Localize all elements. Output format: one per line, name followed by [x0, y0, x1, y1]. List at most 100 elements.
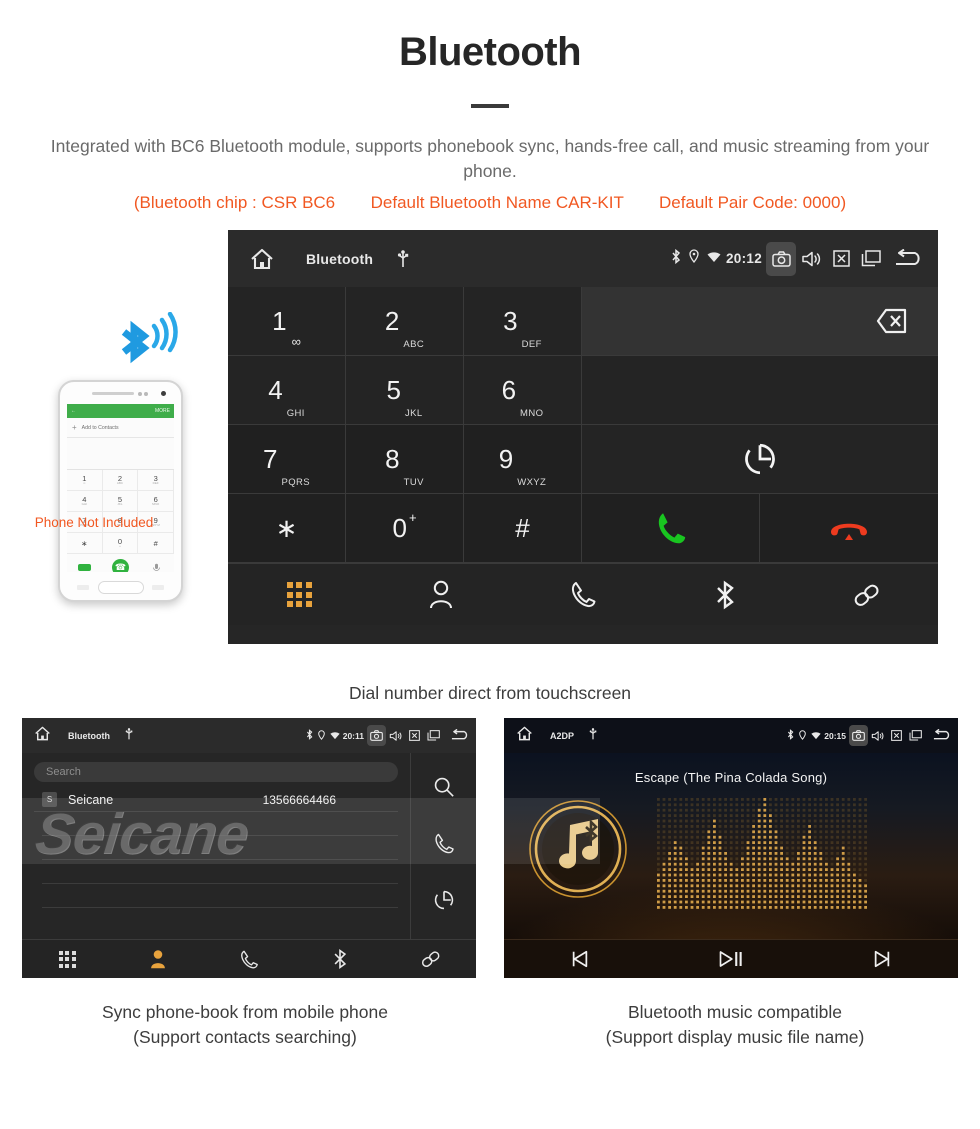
dialer-keypad[interactable]: 1 ∞ 2 ABC 3 DEF 4 GHI 5 JKL 6 MNO 7 PQRS 8 TUV 9 WXYZ ∗ 0 + # [228, 287, 938, 564]
location-pin-icon [317, 727, 325, 745]
back-arrow-icon[interactable] [892, 242, 922, 276]
nav-call-log[interactable] [204, 949, 295, 970]
search-icon[interactable] [433, 776, 455, 803]
dial-key-number: 0 [392, 513, 407, 544]
backspace-icon [876, 309, 907, 334]
dial-key-4[interactable]: 4 GHI [228, 356, 346, 426]
phone-call-button[interactable]: ☎ [103, 559, 139, 573]
dial-key-6[interactable]: 6 MNO [464, 356, 582, 426]
dial-key-2[interactable]: 2 ABC [346, 287, 464, 357]
nav-pair-link[interactable] [385, 948, 476, 970]
phone-softkey-left [77, 585, 89, 591]
phone-key-0[interactable]: 0 + [102, 533, 139, 555]
phone-key-letters: ∞ [83, 481, 86, 486]
volume-icon[interactable] [868, 725, 887, 746]
recent-apps-icon[interactable] [856, 242, 886, 276]
bluetooth-icon [334, 949, 346, 970]
dialer-statusbar: Bluetooth 20:12 [228, 230, 938, 288]
sync-icon[interactable] [433, 889, 455, 916]
back-arrow-icon[interactable] [931, 725, 950, 746]
music-body: Escape (The Pina Colada Song) [504, 753, 958, 940]
phone-key-6[interactable]: 6 MNO [138, 491, 174, 513]
dial-key-5[interactable]: 5 JKL [346, 356, 464, 426]
phone-key-star[interactable]: ∗ [67, 533, 103, 555]
usb-icon [589, 727, 597, 745]
camera-icon[interactable] [367, 725, 386, 747]
nav-pair-link[interactable] [796, 580, 938, 610]
dial-key-hash[interactable]: # [464, 494, 582, 564]
phone-key-letters: GHI [81, 502, 87, 507]
intro-paragraph: Integrated with BC6 Bluetooth module, su… [50, 136, 930, 181]
home-icon[interactable] [516, 726, 533, 746]
nav-bluetooth[interactable] [654, 580, 796, 610]
volume-icon[interactable] [796, 242, 826, 276]
add-to-contacts-label: Add to Contacts [81, 424, 119, 431]
home-icon[interactable] [34, 726, 51, 746]
contact-row[interactable]: S Seicane 13566664466 [34, 788, 398, 813]
nav-bluetooth[interactable] [294, 948, 385, 970]
phone-key-2[interactable]: 2 ABC [102, 470, 139, 492]
nav-contacts[interactable] [113, 949, 204, 969]
recent-apps-icon[interactable] [906, 725, 925, 746]
call-log-icon[interactable] [433, 832, 455, 860]
bluetooth-logo-icon [121, 312, 178, 364]
phonebook-navbar[interactable] [22, 939, 476, 979]
dial-key-8[interactable]: 8 TUV [346, 425, 464, 495]
play-pause-icon[interactable] [655, 948, 806, 970]
dial-key-letters: ABC [403, 339, 425, 351]
home-icon[interactable] [250, 248, 278, 270]
search-input[interactable]: Search [34, 762, 398, 783]
recent-apps-icon[interactable] [424, 725, 443, 746]
next-track-icon[interactable] [807, 949, 958, 969]
close-box-icon[interactable] [405, 725, 424, 746]
dial-key-number: 7 [263, 444, 278, 475]
back-arrow-icon[interactable] [449, 725, 468, 746]
end-call-button[interactable] [760, 494, 938, 564]
wifi-icon [330, 727, 340, 745]
phone-key-5[interactable]: 5 JKL [102, 491, 139, 513]
nav-call-log[interactable] [512, 580, 654, 609]
nav-keypad[interactable] [22, 950, 113, 968]
dial-key-number: 3 [503, 306, 518, 337]
dial-display-area [582, 356, 938, 426]
contact-initial-badge: S [42, 792, 57, 808]
nav-keypad[interactable] [228, 582, 370, 608]
search-placeholder: Search [46, 766, 81, 779]
phone-key-1[interactable]: 1 ∞ [67, 470, 103, 492]
close-box-icon[interactable] [887, 725, 906, 746]
phone-more-label[interactable]: MORE [155, 408, 170, 414]
music-title: A2DP [550, 730, 575, 741]
dial-key-9[interactable]: 9 WXYZ [464, 425, 582, 495]
sync-button[interactable] [582, 425, 938, 495]
phone-call-actions: ☎ [67, 554, 174, 573]
dial-key-7[interactable]: 7 PQRS [228, 425, 346, 495]
phone-keyboard-button[interactable] [138, 563, 174, 572]
nav-contacts[interactable] [370, 580, 512, 609]
camera-icon[interactable] [766, 241, 796, 276]
music-controls[interactable] [504, 939, 958, 979]
volume-icon[interactable] [386, 725, 405, 746]
call-log-icon [571, 582, 596, 608]
dial-key-letters: GHI [286, 408, 305, 420]
dial-key-0[interactable]: 0 + [346, 494, 464, 564]
dial-key-star[interactable]: ∗ [228, 494, 346, 564]
camera-icon[interactable] [849, 725, 868, 747]
spec-line: (Bluetooth chip : CSR BC6 Default Blueto… [0, 191, 980, 215]
phone-videocall-button[interactable] [67, 564, 103, 572]
call-log-icon [241, 950, 258, 969]
phonebook-side-actions[interactable] [410, 753, 476, 940]
backspace-button[interactable] [582, 287, 938, 357]
phone-key-hash[interactable]: # [138, 533, 174, 555]
add-to-contacts-row[interactable]: + Add to Contacts [67, 418, 174, 439]
dialer-navbar[interactable] [228, 563, 938, 626]
phone-key-3[interactable]: 3 DEF [138, 470, 174, 492]
phone-keypad[interactable]: 1 ∞ 2 ABC 3 DEF 4 GHI 5 JKL 6 MNO 7 PQRS 8 TUV 9 WXYZ ∗ 0 + # [67, 470, 174, 555]
call-button[interactable] [582, 494, 760, 564]
previous-track-icon[interactable] [504, 949, 655, 969]
dial-key-3[interactable]: 3 DEF [464, 287, 582, 357]
dial-key-1[interactable]: 1 ∞ [228, 287, 346, 357]
phone-key-4[interactable]: 4 GHI [67, 491, 103, 513]
arrow-back-icon[interactable]: ← [71, 408, 76, 414]
close-box-icon[interactable] [826, 242, 856, 276]
song-title: Escape (The Pina Colada Song) [634, 770, 828, 786]
